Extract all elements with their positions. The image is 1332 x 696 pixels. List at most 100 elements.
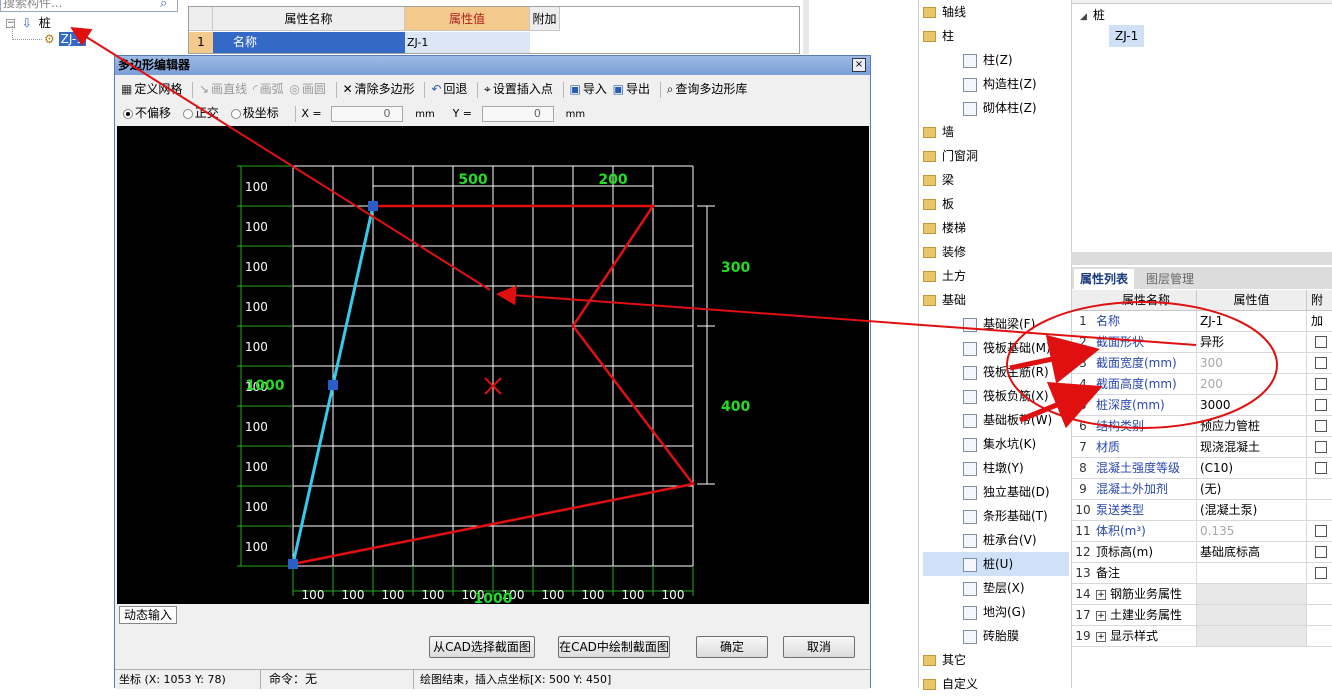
clear-polygon-button[interactable]: 清除多边形 <box>355 78 415 100</box>
tab-property-list[interactable]: 属性列表 <box>1074 269 1135 289</box>
prop-value-cell[interactable]: ZJ-1 <box>405 32 530 53</box>
tree-item[interactable]: 构造柱(Z) <box>923 72 1069 96</box>
tree-item-label: 构造柱(Z) <box>983 77 1037 91</box>
search-icon[interactable]: ⌕ <box>160 0 176 11</box>
prop-name-cell[interactable]: 名称 <box>213 32 405 53</box>
tree-item[interactable]: 轴线 <box>923 0 1069 24</box>
tree-item[interactable]: 梁 <box>923 168 1069 192</box>
property-value[interactable]: (无) <box>1196 479 1306 499</box>
no-offset-radio[interactable] <box>123 108 133 119</box>
undo-button[interactable]: 回退 <box>443 78 467 100</box>
extra-checkbox[interactable] <box>1315 525 1327 537</box>
property-row[interactable]: 17 + 土建业务属性 <box>1072 605 1332 626</box>
tree-item[interactable]: 其它 <box>923 648 1069 672</box>
extra-checkbox[interactable] <box>1315 357 1327 369</box>
extra-checkbox[interactable] <box>1315 399 1327 411</box>
vertex-handle[interactable] <box>368 201 378 211</box>
tree-item[interactable]: 垫层(X) <box>923 576 1069 600</box>
tree-item-label: 土方 <box>942 269 967 283</box>
polar-radio[interactable] <box>230 108 241 119</box>
import-button[interactable]: 导入 <box>583 78 607 100</box>
extra-checkbox[interactable] <box>1315 336 1327 348</box>
set-insert-point-button[interactable]: 设置插入点 <box>493 78 553 100</box>
property-value[interactable] <box>1196 563 1306 583</box>
draw-circle-button[interactable]: 画圆 <box>302 78 326 100</box>
draw-line-button[interactable]: 画直线 <box>211 78 247 100</box>
expand-icon[interactable]: + <box>1096 610 1106 621</box>
list-root[interactable]: ◢ 桩 <box>1080 4 1105 26</box>
property-row[interactable]: 13 备注 <box>1072 563 1332 584</box>
export-button[interactable]: 导出 <box>626 78 650 100</box>
panel-splitter[interactable] <box>1071 252 1332 265</box>
tree-item[interactable]: 装修 <box>923 240 1069 264</box>
property-row[interactable]: 14 + 钢筋业务属性 <box>1072 584 1332 605</box>
tree-item-label: 基础 <box>942 293 967 307</box>
dimension-label: 100 <box>382 588 405 602</box>
extra-checkbox[interactable] <box>1315 462 1327 474</box>
query-polygon-library-button[interactable]: 查询多边形库 <box>675 78 747 100</box>
property-value[interactable]: (混凝土泵) <box>1196 500 1306 520</box>
define-grid-button[interactable]: 定义网格 <box>134 78 182 100</box>
tree-item[interactable]: 桩(U) <box>923 552 1069 576</box>
tree-item[interactable]: 楼梯 <box>923 216 1069 240</box>
tree-item[interactable]: 地沟(G) <box>923 600 1069 624</box>
tree-item[interactable]: 集水坑(K) <box>923 432 1069 456</box>
property-row[interactable]: 11 体积(m³) 0.135 <box>1072 521 1332 542</box>
property-value[interactable]: 基础底标高 <box>1196 542 1306 562</box>
close-button[interactable]: × <box>852 58 866 72</box>
draw-in-cad-button[interactable]: 在CAD中绘制截面图 <box>558 636 670 658</box>
collapse-icon[interactable]: − <box>6 19 15 28</box>
tree-item[interactable]: 砖胎膜 <box>923 624 1069 648</box>
tree-item[interactable]: 桩承台(V) <box>923 528 1069 552</box>
list-item-zj1[interactable]: ZJ-1 <box>1109 25 1145 47</box>
dynamic-input-toggle[interactable]: 动态输入 <box>119 606 178 624</box>
expand-icon[interactable]: + <box>1096 631 1106 642</box>
property-row[interactable]: 10 泵送类型 (混凝土泵) <box>1072 500 1332 521</box>
tree-item[interactable]: 柱(Z) <box>923 48 1069 72</box>
property-row[interactable]: 8 混凝土强度等级 (C10) <box>1072 458 1332 479</box>
drawing-canvas[interactable]: 100 100 100 100 100 100 100 100 100 100 100 100 100 1… <box>117 126 869 607</box>
x-input[interactable]: 0 <box>331 105 404 122</box>
y-input[interactable]: 0 <box>481 105 554 122</box>
tree-item[interactable]: 板 <box>923 192 1069 216</box>
search-input[interactable]: 搜索构件... <box>0 0 178 12</box>
property-value[interactable] <box>1196 626 1306 646</box>
cancel-button[interactable]: 取消 <box>783 636 855 658</box>
tree-item[interactable]: 砌体柱(Z) <box>923 96 1069 120</box>
extra-checkbox[interactable] <box>1315 378 1327 390</box>
property-value[interactable]: 现浇混凝土 <box>1196 437 1306 457</box>
extra-cell <box>1306 458 1332 478</box>
property-value[interactable] <box>1196 605 1306 625</box>
ok-button[interactable]: 确定 <box>696 636 768 658</box>
property-row[interactable]: 9 混凝土外加剂 (无) <box>1072 479 1332 500</box>
property-name-text: 混凝土外加剂 <box>1096 482 1169 496</box>
tree-item[interactable]: 独立基础(D) <box>923 480 1069 504</box>
extra-checkbox[interactable] <box>1315 546 1327 558</box>
tree-item[interactable]: 门窗洞 <box>923 144 1069 168</box>
tree-item[interactable]: 条形基础(T) <box>923 504 1069 528</box>
expand-icon[interactable]: + <box>1096 589 1106 600</box>
extra-checkbox[interactable] <box>1315 441 1327 453</box>
extra-checkbox[interactable] <box>1315 567 1327 579</box>
draw-arc-button[interactable]: 画弧 <box>260 78 284 100</box>
tab-layer-manager[interactable]: 图层管理 <box>1140 269 1200 289</box>
extra-checkbox[interactable] <box>1315 420 1327 432</box>
tree-item[interactable]: 柱墩(Y) <box>923 456 1069 480</box>
property-value[interactable]: 0.135 <box>1196 521 1306 541</box>
vertex-handle[interactable] <box>328 380 338 390</box>
list-root-label: 桩 <box>1092 8 1105 22</box>
tree-item[interactable]: 柱 <box>923 24 1069 48</box>
property-value[interactable] <box>1196 584 1306 604</box>
tree-item-zj1[interactable]: ⚙ ZJ-1 <box>44 31 86 48</box>
property-row[interactable]: 12 顶标高(m) 基础底标高 <box>1072 542 1332 563</box>
property-row[interactable]: 19 + 显示样式 <box>1072 626 1332 647</box>
tree-item[interactable]: 土方 <box>923 264 1069 288</box>
property-value[interactable]: (C10) <box>1196 458 1306 478</box>
tree-item[interactable]: 自定义 <box>923 672 1069 696</box>
vertex-handle[interactable] <box>288 559 298 569</box>
select-from-cad-button[interactable]: 从CAD选择截面图 <box>429 636 535 658</box>
ortho-radio[interactable] <box>182 108 193 119</box>
tree-item[interactable]: 墙 <box>923 120 1069 144</box>
property-name-text: 钢筋业务属性 <box>1110 587 1183 601</box>
property-row[interactable]: 7 材质 现浇混凝土 <box>1072 437 1332 458</box>
